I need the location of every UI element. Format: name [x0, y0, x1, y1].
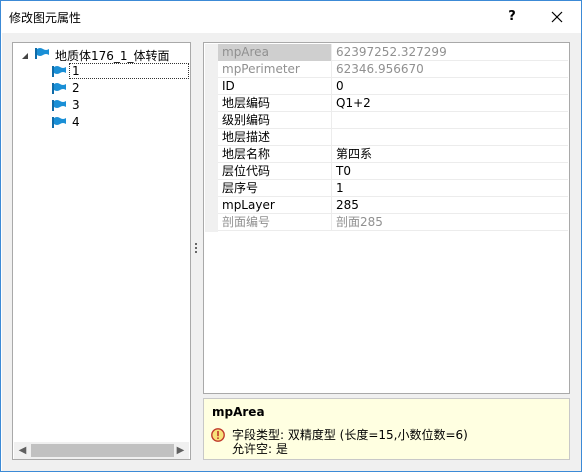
property-name: 剖面编号	[218, 214, 332, 231]
close-icon	[551, 11, 563, 23]
property-value[interactable]: T0	[336, 163, 566, 180]
property-value[interactable]: 285	[336, 197, 566, 214]
layer-tree[interactable]: 地质体176_1_体转面 1 2 3 4 ◀ ▶	[12, 42, 191, 460]
property-value[interactable]: 第四系	[336, 146, 566, 163]
property-row-mplayer[interactable]: mpLayer 285	[218, 197, 568, 214]
warning-icon	[211, 428, 225, 442]
property-row-horizon-code[interactable]: 层位代码 T0	[218, 163, 568, 180]
property-value[interactable]	[336, 112, 566, 129]
tree-item-label: 3	[72, 98, 80, 112]
property-row-stratum-name[interactable]: 地层名称 第四系	[218, 146, 568, 163]
tree-item-label: 4	[72, 115, 80, 129]
property-row-id[interactable]: ID 0	[218, 78, 568, 95]
selection-focus-box	[69, 63, 189, 79]
expand-arrow-icon[interactable]	[20, 51, 30, 61]
property-name: 层位代码	[218, 163, 332, 180]
property-name: 地层名称	[218, 146, 332, 163]
property-value[interactable]: 62397252.327299	[336, 44, 566, 61]
property-value[interactable]: 剖面285	[336, 214, 566, 231]
property-name: mpArea	[218, 44, 332, 61]
window-title: 修改图元属性	[9, 11, 82, 25]
property-name: ID	[218, 78, 332, 95]
property-value[interactable]: Q1+2	[336, 95, 566, 112]
property-description-panel: mpArea 字段类型: 双精度型 (长度=15,小数位数=6) 允许空: 是	[203, 398, 570, 460]
splitter-handle[interactable]	[195, 243, 198, 257]
property-row-sequence-number[interactable]: 层序号 1	[218, 180, 568, 197]
property-name: mpLayer	[218, 197, 332, 214]
scrollbar-thumb[interactable]	[31, 444, 174, 457]
property-row-mpperimeter[interactable]: mpPerimeter 62346.956670	[218, 61, 568, 78]
close-button[interactable]	[540, 4, 574, 30]
property-value[interactable]: 62346.956670	[336, 61, 566, 78]
grid-gutter	[205, 44, 218, 232]
flag-icon	[35, 48, 49, 59]
property-name: 地层编码	[218, 95, 332, 112]
property-row-mparea[interactable]: mpArea 62397252.327299	[218, 44, 568, 61]
flag-icon	[52, 117, 66, 128]
property-row-level-code[interactable]: 级别编码	[218, 112, 568, 129]
property-value[interactable]: 1	[336, 180, 566, 197]
property-name: 层序号	[218, 180, 332, 197]
title-bar: 修改图元属性 ?	[0, 0, 582, 33]
property-name: mpPerimeter	[218, 61, 332, 78]
nullable-text: 允许空: 是	[232, 442, 288, 456]
horizontal-scrollbar[interactable]: ◀ ▶	[14, 442, 189, 459]
flag-icon	[52, 66, 66, 77]
property-name: 地层描述	[218, 129, 332, 146]
tree-item-label: 1	[72, 64, 80, 78]
flag-icon	[52, 83, 66, 94]
flag-icon	[52, 100, 66, 111]
description-title: mpArea	[212, 405, 265, 419]
property-grid[interactable]: mpArea 62397252.327299 mpPerimeter 62346…	[203, 42, 570, 394]
scroll-right-icon[interactable]: ▶	[172, 442, 189, 459]
property-row-stratum-code[interactable]: 地层编码 Q1+2	[218, 95, 568, 112]
property-name: 级别编码	[218, 112, 332, 129]
help-button[interactable]: ?	[500, 6, 524, 28]
tree-root-label: 地质体176_1_体转面	[55, 49, 170, 63]
property-value[interactable]	[336, 129, 566, 146]
property-row-stratum-description[interactable]: 地层描述	[218, 129, 568, 146]
scroll-left-icon[interactable]: ◀	[14, 442, 31, 459]
tree-item-label: 2	[72, 81, 80, 95]
property-row-section-number[interactable]: 剖面编号 剖面285	[218, 214, 568, 231]
property-value[interactable]: 0	[336, 78, 566, 95]
